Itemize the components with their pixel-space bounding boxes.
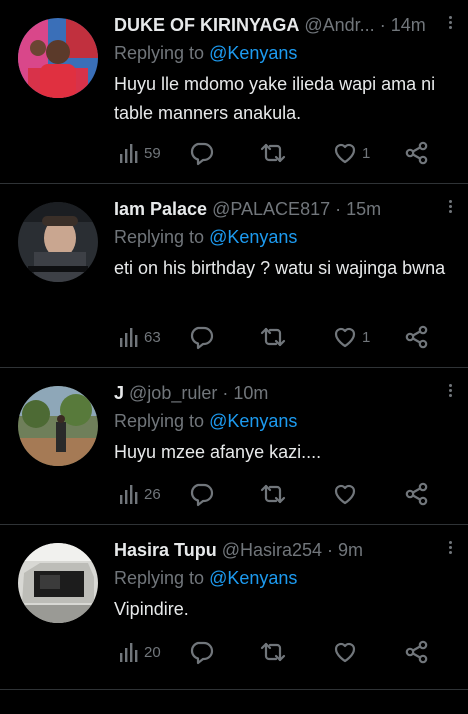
avatar[interactable] bbox=[18, 543, 98, 623]
like-button[interactable]: 1 bbox=[332, 323, 370, 351]
replying-to: Replying to @Kenyans bbox=[114, 222, 454, 252]
mention-link[interactable]: @Kenyans bbox=[209, 568, 297, 588]
share-icon bbox=[405, 325, 428, 349]
retweet-icon bbox=[260, 143, 286, 163]
reply-icon bbox=[190, 483, 214, 507]
views-icon bbox=[120, 643, 138, 662]
tweet-actions: 20 bbox=[114, 638, 434, 666]
timestamp[interactable]: · 10m bbox=[222, 383, 268, 403]
tweet[interactable]: DUKE OF KIRINYAGA @Andr... · 14m Replyin… bbox=[0, 0, 468, 184]
share-button[interactable] bbox=[404, 638, 430, 666]
likes-count: 1 bbox=[362, 144, 371, 162]
tweet[interactable]: Iam Palace @PALACE817 · 15m Replying to … bbox=[0, 184, 468, 368]
like-icon bbox=[334, 327, 356, 348]
tweet-text: Huyu mzee afanye kazi.... bbox=[114, 442, 322, 462]
reply-button[interactable] bbox=[188, 139, 214, 167]
share-button[interactable] bbox=[404, 139, 430, 167]
replying-to: Replying to @Kenyans bbox=[114, 406, 454, 436]
tweet[interactable]: J @job_ruler · 10m Replying to @Kenyans … bbox=[0, 368, 468, 525]
retweet-icon bbox=[260, 484, 286, 504]
reply-button[interactable] bbox=[188, 638, 214, 666]
like-icon bbox=[334, 642, 356, 663]
mention-link[interactable]: @Kenyans bbox=[209, 43, 297, 63]
mention-link[interactable]: @Kenyans bbox=[209, 227, 297, 247]
tweet-text: Huyu lle mdomo yake ilieda wapi ama ni t… bbox=[114, 74, 436, 123]
reply-button[interactable] bbox=[188, 480, 214, 508]
share-button[interactable] bbox=[404, 480, 430, 508]
views-count: 63 bbox=[144, 328, 161, 346]
more-icon[interactable] bbox=[444, 198, 456, 218]
views-icon bbox=[120, 328, 138, 347]
like-icon bbox=[334, 484, 356, 505]
retweet-button[interactable] bbox=[259, 480, 287, 508]
like-button[interactable] bbox=[332, 638, 362, 666]
timestamp[interactable]: · 14m bbox=[380, 15, 426, 35]
replying-to-label: Replying to bbox=[114, 43, 205, 63]
tweet-header: DUKE OF KIRINYAGA @Andr... · 14m bbox=[114, 12, 454, 38]
replying-to-label: Replying to bbox=[114, 568, 205, 588]
replying-to-label: Replying to bbox=[114, 227, 205, 247]
tweet[interactable]: Hasira Tupu @Hasira254 · 9m Replying to … bbox=[0, 525, 468, 690]
timestamp[interactable]: · 9m bbox=[327, 540, 363, 560]
views-count: 59 bbox=[144, 144, 161, 162]
reply-icon bbox=[190, 142, 214, 166]
views-button[interactable]: 26 bbox=[118, 480, 161, 508]
user-handle[interactable]: @job_ruler bbox=[129, 383, 217, 403]
display-name[interactable]: Hasira Tupu bbox=[114, 540, 217, 560]
share-icon bbox=[405, 482, 428, 506]
reply-feed: DUKE OF KIRINYAGA @Andr... · 14m Replyin… bbox=[0, 0, 468, 714]
tweet-header: Hasira Tupu @Hasira254 · 9m bbox=[114, 537, 454, 563]
likes-count: 1 bbox=[362, 328, 371, 346]
timestamp[interactable]: · 15m bbox=[335, 199, 381, 219]
user-handle[interactable]: @Andr... bbox=[304, 15, 374, 35]
views-button[interactable]: 63 bbox=[118, 323, 161, 351]
retweet-icon bbox=[260, 642, 286, 662]
share-icon bbox=[405, 141, 428, 165]
views-button[interactable]: 20 bbox=[118, 638, 161, 666]
reply-icon bbox=[190, 326, 214, 350]
tweet-header: Iam Palace @PALACE817 · 15m bbox=[114, 196, 454, 222]
tweet-text: Vipindire. bbox=[114, 599, 189, 619]
more-icon[interactable] bbox=[444, 14, 456, 34]
user-handle[interactable]: @PALACE817 bbox=[212, 199, 330, 219]
more-icon[interactable] bbox=[444, 382, 456, 402]
views-icon bbox=[120, 485, 138, 504]
more-icon[interactable] bbox=[444, 539, 456, 559]
like-button[interactable]: 1 bbox=[332, 139, 370, 167]
views-count: 26 bbox=[144, 485, 161, 503]
tweet-text: eti on his birthday ? watu si wajinga bw… bbox=[114, 258, 446, 278]
replying-to: Replying to @Kenyans bbox=[114, 38, 454, 68]
retweet-button[interactable] bbox=[259, 139, 287, 167]
retweet-button[interactable] bbox=[259, 638, 287, 666]
retweet-button[interactable] bbox=[259, 323, 287, 351]
avatar[interactable] bbox=[18, 386, 98, 466]
replying-to: Replying to @Kenyans bbox=[114, 563, 454, 593]
like-button[interactable] bbox=[332, 480, 362, 508]
tweet-actions: 26 bbox=[114, 480, 434, 508]
views-button[interactable]: 59 bbox=[118, 139, 161, 167]
reply-icon bbox=[190, 641, 214, 665]
display-name[interactable]: J bbox=[114, 383, 124, 403]
avatar[interactable] bbox=[18, 202, 98, 282]
display-name[interactable]: Iam Palace bbox=[114, 199, 207, 219]
user-handle[interactable]: @Hasira254 bbox=[222, 540, 322, 560]
share-button[interactable] bbox=[404, 323, 430, 351]
replying-to-label: Replying to bbox=[114, 411, 205, 431]
tweet-actions: 63 1 bbox=[114, 323, 434, 351]
retweet-icon bbox=[260, 327, 286, 347]
display-name[interactable]: DUKE OF KIRINYAGA bbox=[114, 15, 299, 35]
views-count: 20 bbox=[144, 643, 161, 661]
views-icon bbox=[120, 144, 138, 163]
mention-link[interactable]: @Kenyans bbox=[209, 411, 297, 431]
reply-button[interactable] bbox=[188, 323, 214, 351]
tweet-actions: 59 1 bbox=[114, 139, 434, 167]
avatar[interactable] bbox=[18, 18, 98, 98]
share-icon bbox=[405, 640, 428, 664]
tweet-header: J @job_ruler · 10m bbox=[114, 380, 454, 406]
like-icon bbox=[334, 143, 356, 164]
